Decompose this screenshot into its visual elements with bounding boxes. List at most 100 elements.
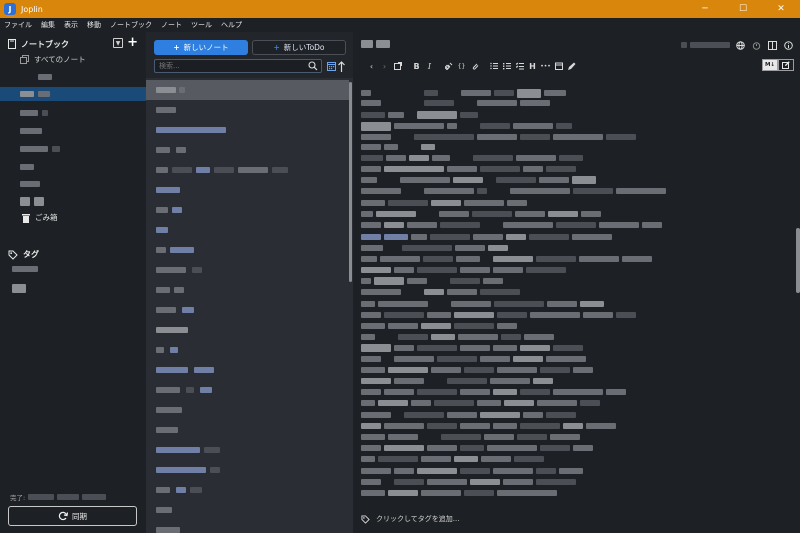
sidebar-tag[interactable] (0, 281, 146, 295)
sidebar-notebook[interactable] (0, 70, 146, 84)
note-list-item[interactable] (146, 220, 349, 240)
rich-text-view-button[interactable] (778, 59, 794, 71)
sidebar-tag[interactable] (0, 262, 146, 276)
italic-button[interactable]: I (423, 60, 436, 72)
note-list-item[interactable] (146, 420, 349, 440)
checklist-icon (515, 62, 524, 70)
tag-bar[interactable]: クリックしてタグを追加... (361, 514, 459, 524)
menu-file[interactable]: ファイル (4, 20, 32, 30)
link-icon (444, 62, 452, 70)
sort-order-button[interactable] (326, 59, 336, 73)
link-button[interactable] (442, 60, 455, 72)
bulleted-list-button[interactable] (487, 60, 500, 72)
sidebar-notebook[interactable] (0, 177, 146, 191)
tags-header[interactable]: タグ (8, 249, 39, 260)
sync-icon (58, 511, 68, 521)
sort-controls (326, 59, 346, 73)
bullet-list-icon (489, 62, 498, 70)
forward-button[interactable]: › (378, 60, 391, 72)
sync-button-label: 同期 (72, 511, 87, 521)
note-list-item[interactable] (146, 480, 349, 500)
note-list-item[interactable] (146, 180, 349, 200)
markdown-view-button[interactable]: M↓ (762, 59, 778, 71)
calendar-icon (554, 62, 563, 70)
note-list-item[interactable] (146, 240, 349, 260)
search-input[interactable] (159, 62, 309, 70)
new-todo-button[interactable]: + 新しいToDo (252, 40, 346, 55)
sidebar-notebook[interactable] (0, 142, 146, 156)
external-edit-button[interactable] (391, 60, 404, 72)
note-list-panel: + 新しいノート + 新しいToDo (146, 32, 353, 533)
sidebar-notebook[interactable] (0, 160, 146, 174)
menu-notebook[interactable]: ノートブック (110, 20, 152, 30)
note-list-item[interactable] (146, 400, 349, 420)
layout-toggle-icon[interactable] (766, 40, 778, 50)
menu-note[interactable]: ノート (161, 20, 182, 30)
note-list-item[interactable] (146, 440, 349, 460)
note-list-item[interactable] (146, 340, 349, 360)
minimize-button[interactable]: ─ (686, 0, 724, 18)
spellcheck-button[interactable] (565, 60, 578, 72)
alarm-icon[interactable] (750, 40, 762, 50)
sync-button[interactable]: 同期 (8, 506, 137, 526)
note-list-item[interactable] (146, 380, 349, 400)
note-list-item-selected[interactable] (146, 80, 349, 100)
menu-view[interactable]: 表示 (64, 20, 78, 30)
search-icon[interactable] (308, 61, 318, 71)
menu-go[interactable]: 移動 (87, 20, 101, 30)
note-list-item[interactable] (146, 280, 349, 300)
note-list-item[interactable] (146, 140, 349, 160)
note-list-item[interactable] (146, 300, 349, 320)
note-list-header: + 新しいノート + 新しいToDo (146, 32, 353, 78)
menu-help[interactable]: ヘルプ (221, 20, 242, 30)
checklist-button[interactable] (513, 60, 526, 72)
menu-edit[interactable]: 編集 (41, 20, 55, 30)
sidebar-notebook-selected[interactable] (0, 87, 146, 101)
sidebar-notebook[interactable] (0, 106, 146, 120)
numbered-list-button[interactable] (500, 60, 513, 72)
sidebar-notebook[interactable] (0, 194, 146, 208)
globe-icon[interactable] (734, 40, 746, 50)
add-notebook-button[interactable]: + (127, 36, 138, 49)
attach-button[interactable] (468, 60, 481, 72)
note-list-item[interactable] (146, 160, 349, 180)
heading-button[interactable]: H (526, 60, 539, 72)
note-list-item[interactable] (146, 120, 349, 140)
editor-scrollbar[interactable] (796, 228, 800, 293)
notebooks-header[interactable]: ノートブック ▼ + (8, 36, 138, 50)
all-notes-icon (20, 55, 29, 64)
maximize-button[interactable]: ☐ (724, 0, 762, 18)
search-field[interactable] (154, 59, 322, 73)
sidebar-notebook[interactable] (0, 124, 146, 138)
note-list-item[interactable] (146, 100, 349, 120)
edit-icon (782, 61, 790, 69)
note-title[interactable] (361, 40, 390, 50)
note-list-item[interactable] (146, 360, 349, 380)
bold-button[interactable]: B (410, 60, 423, 72)
note-list-item[interactable] (146, 260, 349, 280)
note-body-editor[interactable] (353, 78, 800, 508)
close-button[interactable]: ✕ (762, 0, 800, 18)
sidebar-item-trash[interactable]: ごみ箱 (22, 212, 58, 223)
new-note-button[interactable]: + 新しいノート (154, 40, 248, 55)
editor-toolbar: ‹ › B I {} H ••• (365, 59, 793, 73)
numbered-list-icon (502, 63, 511, 70)
sort-direction-button[interactable] (336, 59, 346, 73)
note-list-item[interactable] (146, 320, 349, 340)
calendar-icon (326, 62, 336, 71)
note-list-item[interactable] (146, 500, 349, 520)
collapse-notebooks-button[interactable]: ▼ (113, 38, 124, 48)
note-list-item[interactable] (146, 520, 349, 533)
menu-tools[interactable]: ツール (191, 20, 212, 30)
note-list-scroll-thumb[interactable] (349, 82, 352, 282)
note-list-item[interactable] (146, 460, 349, 480)
insert-date-button[interactable] (552, 60, 565, 72)
note-list-item[interactable] (146, 200, 349, 220)
info-icon[interactable] (782, 40, 794, 50)
code-button[interactable]: {} (455, 60, 468, 72)
tag-icon (361, 514, 370, 524)
sidebar-item-all-notes[interactable]: すべてのノート (20, 54, 86, 65)
more-button[interactable]: ••• (539, 60, 552, 72)
sync-status-label: 完了: (10, 494, 26, 502)
back-button[interactable]: ‹ (365, 60, 378, 72)
